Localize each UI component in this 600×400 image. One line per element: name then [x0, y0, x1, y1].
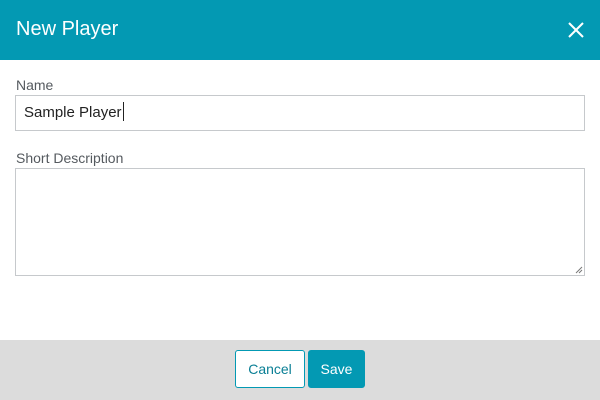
name-input-value: Sample Player [24, 104, 122, 121]
short-description-textarea[interactable] [15, 168, 585, 276]
name-input[interactable]: Sample Player [15, 95, 585, 131]
close-button[interactable] [566, 20, 586, 40]
cancel-button[interactable]: Cancel [235, 350, 305, 388]
close-icon [568, 22, 584, 38]
name-label: Name [16, 77, 54, 93]
resize-grip-icon[interactable] [575, 266, 583, 274]
new-player-dialog: New Player Name Sample Player Short Desc… [0, 0, 600, 400]
text-caret [122, 101, 124, 121]
dialog-footer: Cancel Save [0, 340, 600, 400]
short-description-label: Short Description [16, 150, 124, 166]
dialog-header: New Player [0, 0, 600, 60]
save-button[interactable]: Save [308, 350, 365, 388]
dialog-title: New Player [16, 18, 119, 40]
